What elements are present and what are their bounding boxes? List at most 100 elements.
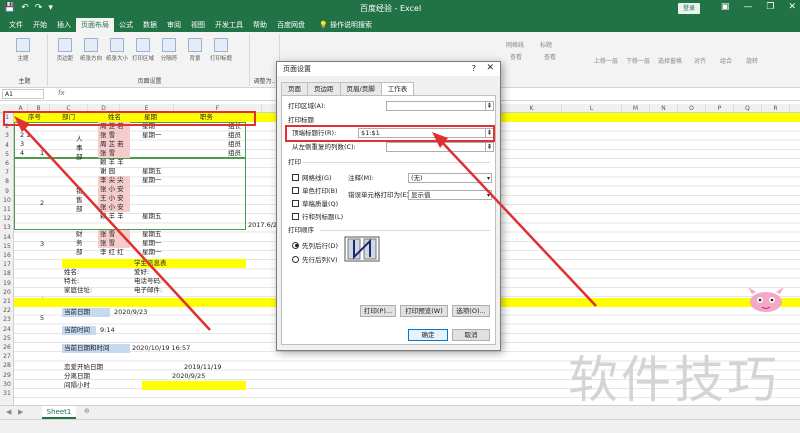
- themes-button[interactable]: 主题: [12, 38, 34, 66]
- row-header-30[interactable]: 30: [0, 380, 14, 389]
- row-header-31[interactable]: 31: [0, 389, 14, 398]
- column-header-m[interactable]: M: [622, 104, 650, 113]
- row-header-10[interactable]: 10: [0, 196, 14, 205]
- name-cell[interactable]: 张 雪: [100, 239, 115, 248]
- over-then-down-radio[interactable]: 先行后列(V): [292, 254, 338, 264]
- row-header-6[interactable]: 6: [0, 159, 14, 168]
- row-header-28[interactable]: 28: [0, 361, 14, 370]
- seq-5[interactable]: 5: [40, 314, 44, 323]
- cancel-button[interactable]: 取消: [452, 329, 490, 341]
- print-area-button[interactable]: 打印区域: [132, 38, 154, 66]
- form-label-email[interactable]: 电子邮件:: [134, 286, 162, 295]
- row-header-3[interactable]: 3: [0, 131, 14, 140]
- align-button[interactable]: 对齐: [694, 56, 706, 65]
- column-header-s[interactable]: S: [790, 104, 800, 113]
- seq-2[interactable]: 2: [40, 199, 44, 208]
- row-header-12[interactable]: 12: [0, 214, 14, 223]
- label-interval-hours[interactable]: 间隔小时: [64, 381, 90, 390]
- weekday-cell[interactable]: 星期一: [142, 248, 162, 257]
- print-titles-button[interactable]: 打印标题: [210, 38, 232, 66]
- draft-quality-checkbox[interactable]: 草稿质量(Q): [292, 198, 338, 208]
- name-cell[interactable]: 张 雪: [100, 149, 115, 158]
- column-header-r[interactable]: R: [762, 104, 790, 113]
- tab-review[interactable]: 审阅: [162, 18, 186, 32]
- help-icon[interactable]: ?: [472, 64, 476, 73]
- orientation-button[interactable]: 纸张方向: [80, 38, 102, 66]
- send-backward-button[interactable]: 下移一层: [626, 56, 650, 65]
- value-separation[interactable]: 2020/9/25: [172, 372, 205, 381]
- column-header-l[interactable]: L: [562, 104, 622, 113]
- bring-forward-button[interactable]: 上移一层: [594, 56, 618, 65]
- down-then-over-radio[interactable]: 先列后行(D): [292, 240, 338, 250]
- row-header-9[interactable]: 9: [0, 187, 14, 196]
- row-header-14[interactable]: 14: [0, 233, 14, 242]
- row-header-26[interactable]: 26: [0, 343, 14, 352]
- job-cell[interactable]: 组员: [228, 149, 241, 158]
- weekday-cell[interactable]: 星期五: [142, 230, 162, 239]
- collapse-left-cols-icon[interactable]: ⇞: [485, 142, 494, 152]
- tell-me-search[interactable]: 💡 操作说明搜索: [314, 18, 377, 32]
- dept-sales-1[interactable]: 销: [76, 187, 83, 196]
- tab-file[interactable]: 文件: [4, 18, 28, 32]
- background-button[interactable]: 背景: [184, 38, 206, 66]
- name-cell[interactable]: 谢 园: [100, 167, 115, 176]
- label-current-date[interactable]: 当前日期: [64, 308, 90, 317]
- dept-hr-3[interactable]: 部: [76, 153, 83, 162]
- row-header-21[interactable]: 21: [0, 297, 14, 306]
- options-button[interactable]: 选项(O)...: [452, 305, 490, 317]
- dept-sales-2[interactable]: 售: [76, 196, 83, 205]
- tab-view[interactable]: 视图: [186, 18, 210, 32]
- row-header-20[interactable]: 20: [0, 288, 14, 297]
- weekday-cell[interactable]: 星期一: [142, 131, 162, 140]
- view-gridlines-check[interactable]: 查看: [510, 52, 522, 61]
- column-header-n[interactable]: N: [650, 104, 678, 113]
- name-cell[interactable]: 王 小 安: [100, 194, 124, 203]
- tab-header-footer[interactable]: 页眉/页脚: [339, 82, 382, 95]
- dialog-close-icon[interactable]: ✕: [486, 63, 494, 73]
- form-label-address[interactable]: 家庭住址:: [64, 286, 92, 295]
- login-button[interactable]: 登录: [678, 3, 700, 14]
- restore-icon[interactable]: ❐: [766, 2, 774, 12]
- name-cell[interactable]: 张 雪: [100, 230, 115, 239]
- column-header-k[interactable]: K: [502, 104, 562, 113]
- column-header-p[interactable]: P: [706, 104, 734, 113]
- row-header-23[interactable]: 23: [0, 315, 14, 324]
- info-title[interactable]: 学生信息表: [134, 259, 167, 268]
- dept-fin-2[interactable]: 务: [76, 239, 83, 248]
- weekday-cell[interactable]: 星期一: [142, 239, 162, 248]
- name-cell[interactable]: 张 雪: [100, 131, 115, 140]
- tab-page-layout[interactable]: 页面布局: [76, 18, 114, 32]
- group-button[interactable]: 组合: [720, 56, 732, 65]
- fx-icon[interactable]: fx: [58, 89, 65, 97]
- name-cell[interactable]: 周 芷 若: [100, 140, 124, 149]
- row-header-29[interactable]: 29: [0, 371, 14, 380]
- selection-pane-button[interactable]: 选择窗格: [658, 56, 682, 65]
- tab-help[interactable]: 帮助: [248, 18, 272, 32]
- value-current-date[interactable]: 2020/9/23: [114, 308, 147, 317]
- row-header-27[interactable]: 27: [0, 352, 14, 361]
- tab-baidu-netdisk[interactable]: 百度网盘: [272, 18, 310, 32]
- print-area-input[interactable]: [386, 101, 486, 111]
- collapse-print-area-icon[interactable]: ⇞: [485, 101, 494, 111]
- breaks-button[interactable]: 分隔符: [158, 38, 180, 66]
- black-white-checkbox[interactable]: 单色打印(B): [292, 185, 338, 195]
- tab-margins[interactable]: 页边距: [307, 82, 341, 95]
- row-header-19[interactable]: 19: [0, 279, 14, 288]
- undo-icon[interactable]: ↶: [21, 3, 29, 13]
- dept-fin-1[interactable]: 财: [76, 230, 83, 239]
- dept-fin-3[interactable]: 部: [76, 248, 83, 257]
- print-button[interactable]: 打印(P)...: [360, 305, 396, 317]
- name-cell[interactable]: 张 小 安: [100, 185, 124, 194]
- label-current-time[interactable]: 当前时间: [64, 326, 90, 335]
- name-box[interactable]: A1: [2, 89, 44, 99]
- weekday-cell[interactable]: 星期五: [142, 167, 162, 176]
- form-label-skill[interactable]: 特长:: [64, 277, 79, 286]
- row-header-18[interactable]: 18: [0, 269, 14, 278]
- column-header-o[interactable]: O: [678, 104, 706, 113]
- row-header-17[interactable]: 17: [0, 260, 14, 269]
- row-header-4[interactable]: 4: [0, 141, 14, 150]
- left-cols-input[interactable]: [386, 142, 486, 152]
- minimize-icon[interactable]: —: [743, 2, 752, 12]
- errors-select[interactable]: 显示值 ▾: [408, 190, 492, 200]
- close-icon[interactable]: ✕: [788, 2, 796, 12]
